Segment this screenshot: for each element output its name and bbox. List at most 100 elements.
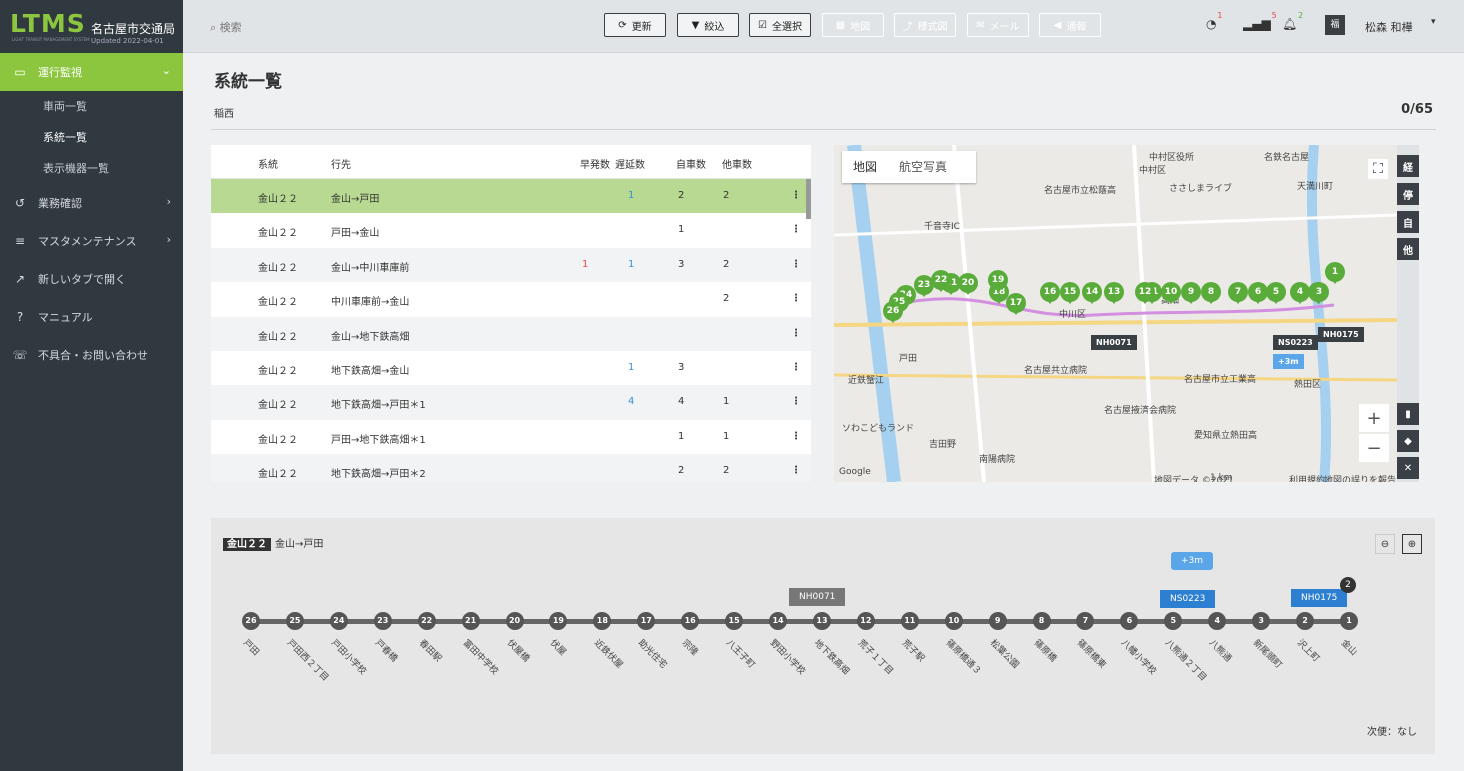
stop-pin[interactable]: 3: [1309, 282, 1329, 304]
menu-open-new-tab[interactable]: ↗ 新しいタブで開く: [0, 260, 183, 298]
stop-pin[interactable]: 16: [1040, 282, 1060, 304]
stop-marker[interactable]: 13: [812, 612, 831, 630]
table-row[interactable]: 金山２２ 地下鉄高畑→戸田＊2 2 2 ⋮: [211, 454, 811, 482]
stop-marker[interactable]: 12: [856, 612, 875, 630]
stop-marker[interactable]: 20: [505, 612, 524, 630]
stop-marker[interactable]: 16: [681, 612, 700, 630]
table-row[interactable]: 金山２２ 金山→地下鉄高畑 ⋮: [211, 316, 811, 351]
row-menu-icon[interactable]: ⋮: [791, 293, 801, 304]
vehicle-label[interactable]: NH0175: [1318, 327, 1364, 342]
bus-marker[interactable]: NH0071: [789, 588, 846, 606]
stop-marker[interactable]: 7: [1076, 612, 1095, 630]
caret-down-icon[interactable]: ▾: [1431, 17, 1436, 27]
zoom-in-button[interactable]: +: [1359, 404, 1389, 432]
bell-icon[interactable]: 🔔︎ 2: [1282, 11, 1303, 31]
user-avatar[interactable]: 福: [1325, 15, 1345, 35]
stop-pin[interactable]: 12: [1135, 282, 1155, 304]
diagram-button[interactable]: ⤴ 様式図: [894, 13, 956, 37]
submenu-device-list[interactable]: 表示機器一覧: [0, 153, 183, 184]
menu-operation-monitor[interactable]: ▭ 運行監視 ⌄: [0, 53, 183, 91]
stop-marker[interactable]: 4: [1208, 612, 1227, 630]
stop-pin[interactable]: 14: [1082, 282, 1102, 304]
stop-marker[interactable]: 17: [637, 612, 656, 630]
tool-stop[interactable]: 停: [1397, 183, 1419, 205]
logo[interactable]: LTMS LIGHT TRANSIT MANAGEMENT SYSTEM 名古屋…: [0, 0, 183, 53]
tab-map[interactable]: 地図: [842, 151, 888, 183]
stop-pin[interactable]: 13: [1104, 282, 1124, 304]
fullscreen-icon[interactable]: ⛶: [1368, 159, 1388, 179]
stop-pin[interactable]: 8: [1201, 282, 1221, 304]
stop-pin[interactable]: 7: [1228, 282, 1248, 304]
stop-pin[interactable]: 6: [1248, 282, 1268, 304]
stop-marker[interactable]: 15: [725, 612, 744, 630]
stop-pin[interactable]: 1: [1325, 262, 1345, 284]
scrollbar[interactable]: [806, 179, 811, 219]
stop-marker[interactable]: 14: [769, 612, 788, 630]
stop-pin[interactable]: 9: [1181, 282, 1201, 304]
tool-other[interactable]: 他: [1397, 238, 1419, 260]
map-button[interactable]: ▦ 地図: [822, 13, 884, 37]
signal-icon[interactable]: ▂▄▆ 5: [1243, 11, 1277, 31]
header-early[interactable]: 早発数: [580, 156, 610, 171]
traffic-light-icon[interactable]: ▮: [1397, 403, 1419, 425]
zoom-out-icon[interactable]: ⊖: [1375, 534, 1395, 554]
tab-aerial[interactable]: 航空写真: [888, 151, 958, 183]
table-row[interactable]: 金山２２ 中川車庫前→金山 2 ⋮: [211, 282, 811, 317]
row-menu-icon[interactable]: ⋮: [791, 362, 801, 373]
stop-pin[interactable]: 19: [988, 270, 1008, 292]
map-view[interactable]: 地図 航空写真 中村区 中川区 熱田区 名古屋市立松蔭高 名古屋共立病院 名古屋掖済会病院…: [834, 145, 1397, 482]
filter-button[interactable]: ▼ 絞込: [677, 13, 739, 37]
stop-marker[interactable]: 22: [417, 612, 436, 630]
table-row[interactable]: 金山２２ 戸田→金山 1 ⋮: [211, 213, 811, 248]
stop-pin[interactable]: 15: [1060, 282, 1080, 304]
select-all-button[interactable]: ☑ 全選択: [749, 13, 811, 37]
header-late[interactable]: 遅延数: [615, 156, 645, 171]
row-menu-icon[interactable]: ⋮: [791, 328, 801, 339]
row-menu-icon[interactable]: ⋮: [791, 396, 801, 407]
stop-pin[interactable]: 5: [1266, 282, 1286, 304]
zoom-out-button[interactable]: −: [1359, 434, 1389, 462]
stop-marker[interactable]: 8: [1032, 612, 1051, 630]
refresh-button[interactable]: ⟳ 更新: [604, 13, 666, 37]
row-menu-icon[interactable]: ⋮: [791, 259, 801, 270]
stop-pin[interactable]: 20: [958, 273, 978, 295]
stop-marker[interactable]: 18: [593, 612, 612, 630]
report-button[interactable]: ◀ 通報: [1039, 13, 1101, 37]
row-menu-icon[interactable]: ⋮: [791, 190, 801, 201]
stop-marker[interactable]: 2: [1296, 612, 1315, 630]
table-row[interactable]: 金山２２ 戸田→地下鉄高畑＊1 1 1 ⋮: [211, 419, 811, 455]
stop-marker[interactable]: 25: [285, 612, 304, 630]
stop-marker[interactable]: 21: [461, 612, 480, 630]
tag-icon[interactable]: ◆: [1397, 430, 1419, 452]
submenu-vehicle-list[interactable]: 車両一覧: [0, 91, 183, 122]
header-destination[interactable]: 行先: [331, 156, 351, 171]
stop-marker[interactable]: 11: [900, 612, 919, 630]
stop-pin[interactable]: 23: [914, 275, 934, 297]
stop-marker[interactable]: 3: [1252, 612, 1271, 630]
bus-marker[interactable]: NH0175: [1291, 589, 1348, 607]
submenu-route-list[interactable]: 系統一覧: [0, 122, 183, 153]
stop-pin[interactable]: 17: [1006, 293, 1026, 315]
user-name[interactable]: 松森 和樺: [1365, 19, 1413, 35]
stop-marker[interactable]: 6: [1120, 612, 1139, 630]
stop-marker[interactable]: 19: [549, 612, 568, 630]
header-other[interactable]: 他車数: [722, 156, 752, 171]
vehicle-label[interactable]: NH0071: [1091, 335, 1137, 350]
speedometer-icon[interactable]: ◔ 1: [1206, 11, 1222, 31]
table-row[interactable]: 金山２２ 金山→戸田 1 2 2 ⋮: [211, 179, 811, 214]
stop-pin[interactable]: 26: [883, 301, 903, 323]
header-route[interactable]: 系統: [258, 156, 278, 171]
table-row[interactable]: 金山２２ 地下鉄高畑→金山 1 3 ⋮: [211, 350, 811, 386]
table-row[interactable]: 金山２２ 地下鉄高畑→戸田＊1 4 4 1 ⋮: [211, 385, 811, 420]
menu-business-check[interactable]: ↺ 業務確認 ›: [0, 184, 183, 222]
stop-marker[interactable]: 5: [1164, 612, 1183, 630]
mail-button[interactable]: ✉ メール: [967, 13, 1029, 37]
tool-own[interactable]: 自: [1397, 211, 1419, 233]
row-menu-icon[interactable]: ⋮: [791, 431, 801, 442]
vehicle-label[interactable]: NS0223: [1273, 335, 1318, 350]
table-row[interactable]: 金山２２ 金山→中川車庫前 1 1 3 2 ⋮: [211, 247, 811, 283]
bus-marker[interactable]: NS0223: [1160, 590, 1216, 608]
stop-marker[interactable]: 23: [373, 612, 392, 630]
stop-marker[interactable]: 9: [988, 612, 1007, 630]
expand-icon[interactable]: ✕: [1397, 457, 1419, 479]
